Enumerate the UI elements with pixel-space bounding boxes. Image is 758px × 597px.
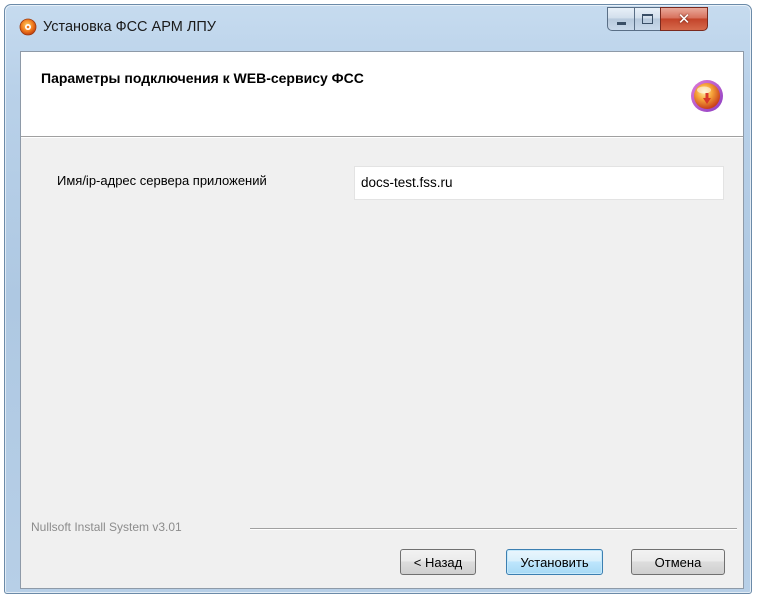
- close-icon: ✕: [677, 10, 691, 28]
- title-bar[interactable]: Установка ФСС АРМ ЛПУ ✕: [5, 5, 751, 49]
- minimize-icon: [616, 21, 626, 25]
- window-title: Установка ФСС АРМ ЛПУ: [43, 19, 216, 35]
- install-button[interactable]: Установить: [506, 549, 603, 575]
- maximize-icon: [642, 14, 653, 24]
- close-button[interactable]: ✕: [660, 7, 708, 31]
- cancel-button[interactable]: Отмена: [631, 549, 725, 575]
- footer-divider: [250, 528, 737, 530]
- nsis-branding: Nullsoft Install System v3.01: [31, 520, 182, 534]
- wizard-page: Параметры подключения к WEB-сервису ФСС: [20, 51, 744, 589]
- maximize-button[interactable]: [634, 7, 660, 31]
- header-divider: [21, 137, 743, 138]
- page-title: Параметры подключения к WEB-сервису ФСС: [41, 70, 364, 86]
- server-address-input[interactable]: docs-test.fss.ru: [354, 166, 724, 200]
- wizard-header: Параметры подключения к WEB-сервису ФСС: [21, 52, 743, 137]
- installer-disc-icon: [691, 80, 723, 112]
- installer-window: Установка ФСС АРМ ЛПУ ✕ Параметры подклю…: [4, 4, 752, 594]
- server-address-label: Имя/ip-адрес сервера приложений: [57, 173, 267, 188]
- back-button[interactable]: < Назад: [400, 549, 476, 575]
- app-icon: [19, 18, 37, 36]
- minimize-button[interactable]: [607, 7, 634, 31]
